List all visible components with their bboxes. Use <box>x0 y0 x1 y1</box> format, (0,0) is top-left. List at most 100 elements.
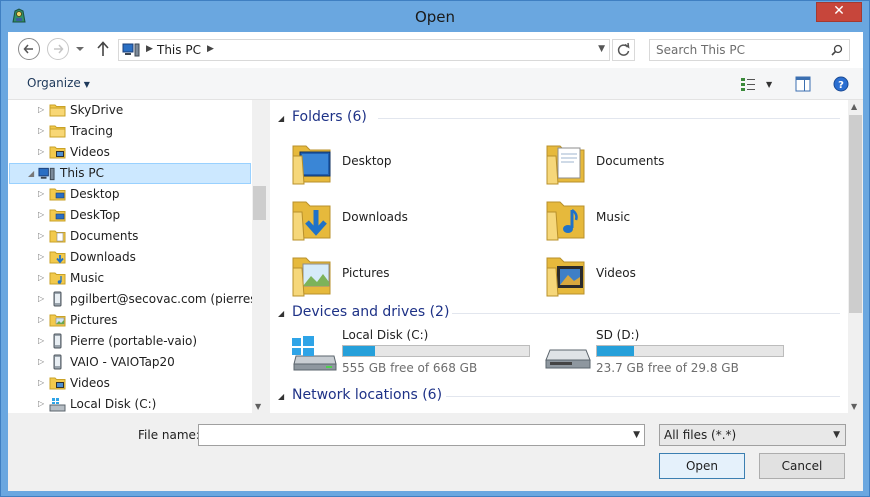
expand-arrow-icon[interactable]: ▷ <box>38 252 44 261</box>
expand-arrow-icon[interactable]: ▷ <box>38 336 44 345</box>
expand-arrow-icon[interactable]: ▷ <box>38 357 44 366</box>
folder-label: Pictures <box>342 266 390 280</box>
window-title: Open <box>414 8 456 26</box>
close-button[interactable]: ✕ <box>816 2 862 22</box>
folder-label: Videos <box>596 266 636 280</box>
tree-item-label: Tracing <box>70 124 114 138</box>
tree-item-pgilbert-device[interactable]: ▷ pgilbert@secovac.com (pierresurfa <box>8 289 267 310</box>
tree-item-label: Pictures <box>70 313 118 327</box>
breadcrumb-this-pc[interactable]: This PC <box>157 43 201 57</box>
preview-pane-icon[interactable] <box>795 76 811 92</box>
drive-usage-fill <box>343 346 375 356</box>
tree-item-vaio-device[interactable]: ▷ VAIO - VAIOTap20 <box>8 352 252 373</box>
help-icon[interactable]: ? <box>833 76 849 92</box>
title-bar[interactable]: Open ✕ <box>1 1 869 32</box>
expand-arrow-icon[interactable]: ▷ <box>38 294 44 303</box>
group-divider <box>378 118 840 119</box>
content-pane[interactable]: ◢ Folders (6) Desktop Documents Download… <box>270 100 863 413</box>
tree-item-documents[interactable]: ▷ Documents <box>8 226 252 247</box>
scroll-up-arrow-icon[interactable]: ▲ <box>851 102 857 111</box>
file-type-select[interactable]: All files (*.*) ▼ <box>659 424 846 446</box>
search-input[interactable] <box>656 43 826 57</box>
expand-arrow-icon[interactable]: ▷ <box>38 147 44 156</box>
tree-item-skydrive[interactable]: ▷ SkyDrive <box>8 100 252 121</box>
tree-item-videos[interactable]: ▷ Videos <box>8 142 252 163</box>
tree-item-this-pc[interactable]: ◢ This PC <box>9 163 251 184</box>
folder-desktop[interactable]: Desktop <box>290 136 530 188</box>
expand-arrow-icon[interactable]: ▷ <box>38 189 44 198</box>
search-box[interactable] <box>649 39 850 61</box>
drive-local-disk-c[interactable]: Local Disk (C:) 555 GB free of 668 GB <box>290 328 540 376</box>
folder-pictures[interactable]: Pictures <box>290 248 530 300</box>
arrow-left-icon <box>23 44 33 54</box>
address-bar[interactable]: ▶ This PC ▶ ▼ <box>118 39 610 61</box>
tree-item-desktop[interactable]: ▷ Desktop <box>8 184 252 205</box>
chevron-down-icon[interactable]: ▼ <box>833 430 840 440</box>
drive-sd-d[interactable]: SD (D:) 23.7 GB free of 29.8 GB <box>544 328 794 376</box>
drive-name: SD (D:) <box>596 328 640 342</box>
view-options-chevron-icon[interactable]: ▼ <box>766 80 772 89</box>
breadcrumb-separator-icon[interactable]: ▶ <box>146 44 153 54</box>
folder-music[interactable]: Music <box>544 192 784 244</box>
cancel-button[interactable]: Cancel <box>759 453 845 479</box>
expand-arrow-icon[interactable]: ▷ <box>38 315 44 324</box>
search-icon[interactable] <box>831 44 843 56</box>
back-button[interactable] <box>18 38 40 60</box>
tree-item-music[interactable]: ▷ Music <box>8 268 252 289</box>
organize-label: Organize <box>27 76 81 90</box>
scroll-down-arrow-icon[interactable]: ▼ <box>851 402 857 411</box>
local-disk-icon <box>49 398 66 412</box>
tree-item-label: Pierre (portable-vaio) <box>70 334 198 348</box>
group-collapse-icon[interactable]: ◢ <box>278 114 284 123</box>
expand-arrow-icon[interactable]: ▷ <box>38 378 44 387</box>
file-name-combobox[interactable]: ▼ <box>198 424 645 446</box>
music-folder-icon <box>49 272 66 285</box>
tree-scrollbar-thumb[interactable] <box>253 186 266 220</box>
tree-item-tracing[interactable]: ▷ Tracing <box>8 121 252 142</box>
recent-locations-chevron-icon[interactable] <box>75 44 85 54</box>
folders-group-title: Folders (6) <box>292 109 367 125</box>
tree-item-videos-2[interactable]: ▷ Videos <box>8 373 252 394</box>
navigation-bar: ▶ This PC ▶ ▼ <box>8 32 863 68</box>
folder-videos[interactable]: Videos <box>544 248 784 300</box>
tree-item-label: DeskTop <box>70 208 121 222</box>
expand-arrow-icon[interactable]: ▷ <box>38 273 44 282</box>
expand-arrow-icon[interactable]: ▷ <box>38 210 44 219</box>
tree-item-pierre-device[interactable]: ▷ Pierre (portable-vaio) <box>8 331 252 352</box>
change-view-icon[interactable] <box>740 76 756 92</box>
folder-label: Documents <box>596 154 665 168</box>
group-collapse-icon[interactable]: ◢ <box>278 392 284 401</box>
chevron-down-icon[interactable]: ▼ <box>633 430 640 440</box>
expand-arrow-icon[interactable]: ▷ <box>38 126 44 135</box>
content-scrollbar-thumb[interactable] <box>849 115 862 313</box>
content-scrollbar[interactable]: ▲ ▼ <box>848 100 863 413</box>
tree-item-local-disk[interactable]: ▷ Local Disk (C:) <box>8 394 252 413</box>
address-dropdown-icon[interactable]: ▼ <box>598 44 605 54</box>
navigation-pane[interactable]: ▷ SkyDrive ▷ Tracing ▷ Videos ◢ This PC … <box>8 100 267 413</box>
open-button[interactable]: Open <box>659 453 745 479</box>
collapse-arrow-icon[interactable]: ◢ <box>28 169 34 178</box>
tree-item-label: Videos <box>70 376 110 390</box>
breadcrumb-separator-icon[interactable]: ▶ <box>207 44 214 54</box>
refresh-button[interactable] <box>612 39 635 61</box>
organize-button[interactable]: Organize ▼ <box>27 76 90 90</box>
up-arrow-icon[interactable] <box>96 41 110 57</box>
file-name-input[interactable] <box>203 428 623 442</box>
expand-arrow-icon[interactable]: ▷ <box>38 105 44 114</box>
open-dialog: Open ✕ ▶ This PC ▶ ▼ Search This PC Orga… <box>0 0 870 497</box>
tree-item-pictures[interactable]: ▷ Pictures <box>8 310 252 331</box>
forward-button[interactable] <box>47 38 69 60</box>
tree-item-downloads[interactable]: ▷ Downloads <box>8 247 252 268</box>
music-folder-icon <box>546 201 585 241</box>
computer-icon <box>122 43 140 57</box>
tree-item-label: Music <box>70 271 105 285</box>
tree-scrollbar[interactable]: ▼ <box>252 100 267 413</box>
expand-arrow-icon[interactable]: ▷ <box>38 399 44 408</box>
phone-icon <box>53 291 62 307</box>
folder-downloads[interactable]: Downloads <box>290 192 530 244</box>
expand-arrow-icon[interactable]: ▷ <box>38 231 44 240</box>
group-collapse-icon[interactable]: ◢ <box>278 309 284 318</box>
scroll-down-arrow-icon[interactable]: ▼ <box>255 402 261 411</box>
folder-documents[interactable]: Documents <box>544 136 784 188</box>
tree-item-desktop-2[interactable]: ▷ DeskTop <box>8 205 252 226</box>
